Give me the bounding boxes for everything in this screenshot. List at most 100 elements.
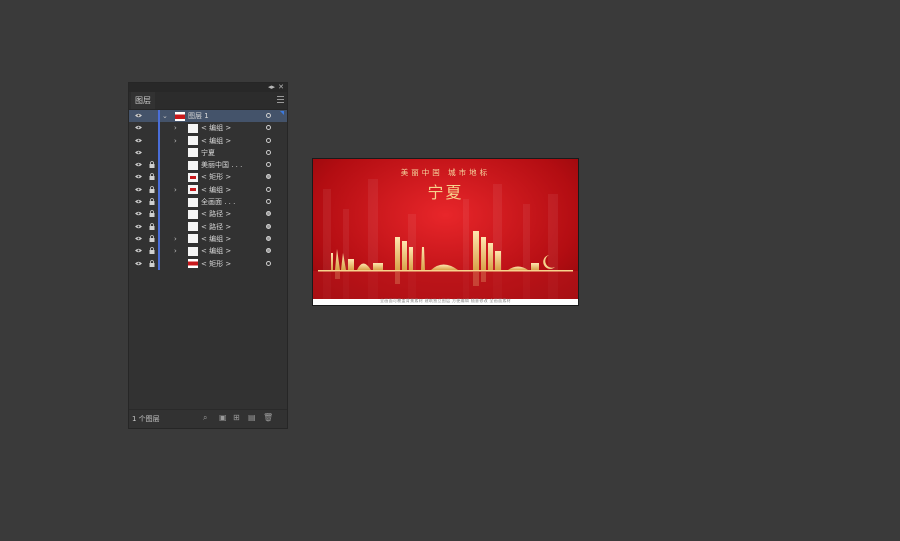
tab-layers[interactable]: 图层 (131, 92, 155, 109)
layer-label[interactable]: < 路径 > (201, 209, 231, 219)
layer-color-bar (158, 220, 160, 233)
layer-color-bar (158, 232, 160, 246)
layer-thumbnail (175, 111, 185, 121)
layer-color-bar (158, 183, 160, 197)
collapse-icon[interactable]: ◂▸ (268, 82, 275, 92)
layer-thumbnail (188, 222, 198, 232)
artwork-footer-text: 全画面可覆盖背景素材 建筑独立图层 方便编辑 随意修改 全画面素材 (380, 298, 511, 303)
layer-row[interactable]: < 矩形 > (129, 257, 287, 270)
visibility-eye-icon[interactable] (135, 162, 142, 167)
target-circle-icon[interactable] (266, 199, 271, 205)
layer-row[interactable]: 全画面 . . . (129, 196, 287, 209)
layer-row[interactable]: ⌄ 图层 1 (129, 110, 287, 123)
layer-thumbnail (188, 136, 198, 146)
visibility-eye-icon[interactable] (135, 261, 142, 266)
visibility-eye-icon[interactable] (135, 248, 142, 253)
target-circle-icon[interactable] (266, 186, 271, 192)
target-circle-icon[interactable] (266, 162, 271, 168)
layer-label[interactable]: < 编组 > (201, 246, 231, 256)
chevron-right-icon[interactable]: › (174, 185, 177, 195)
visibility-eye-icon[interactable] (135, 199, 142, 204)
target-circle-icon[interactable] (266, 137, 271, 143)
target-circle-icon[interactable] (266, 235, 271, 241)
target-circle-icon[interactable] (266, 125, 271, 131)
layer-row[interactable]: 宁夏 (129, 146, 287, 160)
visibility-eye-icon[interactable] (135, 236, 142, 241)
layers-panel: ◂▸ ✕ 图层 ⌄ 图层 1 › < 编组 > › < 编组 > 宁夏美丽中国 . . . <… (128, 82, 288, 429)
artboard[interactable]: 美丽中国 城市地标 宁夏 全画面可覆盖背景素材 建筑独立图层 方便编辑 随意修改… (312, 158, 579, 306)
layer-row[interactable]: › < 编组 > (129, 122, 287, 135)
chevron-right-icon[interactable]: › (174, 246, 177, 256)
visibility-eye-icon[interactable] (135, 125, 142, 130)
target-circle-icon[interactable] (266, 149, 271, 155)
artwork-subtitle: 美丽中国 城市地标 (400, 168, 491, 177)
layer-row[interactable]: › < 编组 > (129, 245, 287, 258)
layer-label[interactable]: < 矩形 > (201, 259, 231, 269)
layer-color-bar (158, 146, 160, 160)
layer-thumbnail (188, 246, 198, 256)
layer-thumbnail (188, 259, 198, 269)
lock-icon[interactable] (149, 222, 155, 230)
target-circle-icon[interactable] (266, 211, 271, 217)
visibility-eye-icon[interactable] (135, 187, 142, 192)
layer-row[interactable]: < 路径 > (129, 220, 287, 233)
lock-icon[interactable] (149, 235, 155, 242)
panel-titlebar[interactable]: ◂▸ ✕ (129, 83, 287, 92)
new-sublayer-icon[interactable]: ⊞ (233, 414, 241, 422)
layer-row[interactable]: < 矩形 > (129, 171, 287, 184)
layer-color-bar (158, 208, 160, 221)
selection-indicator (280, 111, 284, 115)
layer-label[interactable]: < 编组 > (201, 234, 231, 244)
panel-tab-bar: 图层 (129, 92, 287, 110)
lock-icon[interactable] (149, 198, 155, 206)
visibility-eye-icon[interactable] (135, 138, 142, 143)
layer-thumbnail (188, 123, 198, 133)
layer-thumbnail (188, 148, 198, 158)
chevron-right-icon[interactable]: › (174, 136, 177, 146)
chevron-right-icon[interactable]: › (174, 123, 177, 133)
layer-label[interactable]: < 路径 > (201, 222, 231, 232)
target-circle-icon[interactable] (266, 113, 271, 118)
layer-row[interactable]: › < 编组 > (129, 232, 287, 246)
layer-label[interactable]: < 编组 > (201, 136, 231, 146)
target-circle-icon[interactable] (266, 260, 271, 266)
layer-row[interactable]: › < 编组 > (129, 134, 287, 147)
layer-row[interactable]: › < 编组 > (129, 183, 287, 197)
visibility-eye-icon[interactable] (135, 211, 142, 216)
new-layer-icon[interactable]: ▤ (248, 414, 256, 422)
clipping-mask-icon[interactable]: ▣ (219, 414, 227, 422)
layer-color-bar (158, 257, 160, 270)
lock-icon[interactable] (149, 161, 155, 169)
layer-label[interactable]: 全画面 . . . (201, 197, 235, 207)
lock-icon[interactable] (149, 185, 155, 193)
visibility-eye-icon[interactable] (135, 150, 142, 155)
target-circle-icon[interactable] (266, 248, 271, 254)
lock-icon[interactable] (149, 173, 155, 181)
layer-row[interactable]: < 路径 > (129, 208, 287, 221)
layer-label[interactable]: 美丽中国 . . . (201, 160, 242, 170)
visibility-eye-icon[interactable] (135, 224, 142, 229)
layer-thumbnail (188, 160, 198, 170)
layer-label[interactable]: < 编组 > (201, 123, 231, 133)
lock-icon[interactable] (149, 259, 155, 267)
layer-label[interactable]: 宁夏 (201, 148, 215, 158)
layer-count: 1 个图层 (132, 415, 160, 423)
visibility-eye-icon[interactable] (135, 113, 142, 118)
layer-label[interactable]: < 矩形 > (201, 172, 231, 182)
chevron-right-icon[interactable]: › (174, 234, 177, 244)
target-circle-icon[interactable] (266, 223, 271, 229)
artwork-title: 宁夏 (427, 183, 464, 202)
visibility-eye-icon[interactable] (135, 174, 142, 179)
target-circle-icon[interactable] (266, 174, 271, 180)
layer-thumbnail (188, 209, 198, 219)
locate-object-icon[interactable]: ⌕ (203, 414, 211, 422)
panel-menu-icon[interactable] (277, 96, 284, 104)
close-icon[interactable]: ✕ (278, 82, 284, 92)
lock-icon[interactable] (149, 210, 155, 218)
lock-icon[interactable] (149, 247, 155, 255)
layer-label[interactable]: < 编组 > (201, 185, 231, 195)
delete-icon[interactable]: 🗑 (263, 414, 273, 422)
chevron-down-icon[interactable]: ⌄ (162, 111, 168, 121)
layer-row[interactable]: 美丽中国 . . . (129, 159, 287, 172)
layer-label[interactable]: 图层 1 (188, 111, 209, 121)
